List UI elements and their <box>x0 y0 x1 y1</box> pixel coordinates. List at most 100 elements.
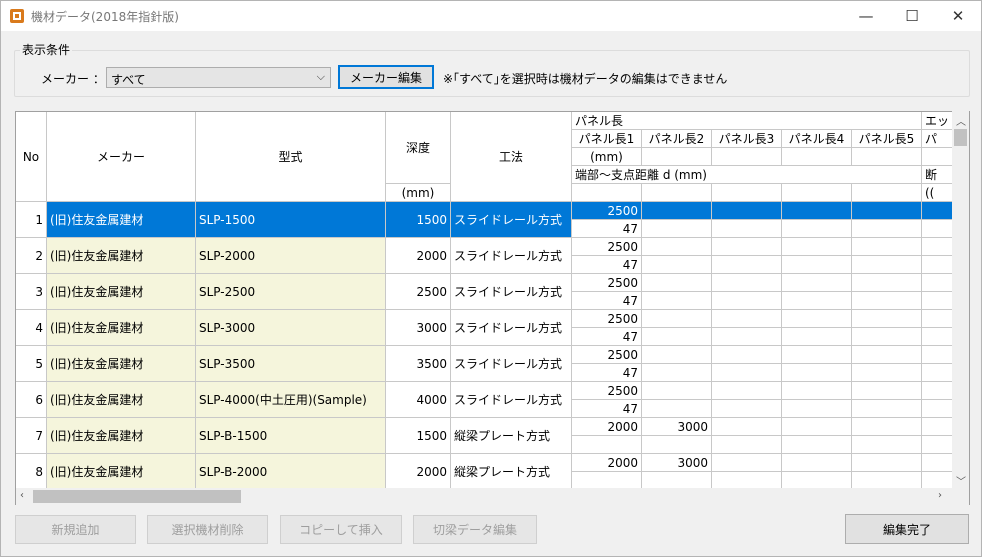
row-maker[interactable]: (旧)住友金属建材 <box>47 382 196 418</box>
row-panel-length-3[interactable] <box>712 310 782 328</box>
add-new-button[interactable]: 新規追加 <box>15 515 136 544</box>
row-support-distance-3[interactable] <box>712 292 782 310</box>
row-support-distance-2[interactable] <box>642 256 712 274</box>
row-maker[interactable]: (旧)住友金属建材 <box>47 238 196 274</box>
maximize-button[interactable]: ☐ <box>889 1 935 31</box>
row-panel-length-3[interactable] <box>712 202 782 220</box>
row-panel-length-2[interactable] <box>642 382 712 400</box>
row-panel-length-5[interactable] <box>852 346 922 364</box>
row-support-distance-1[interactable]: 47 <box>572 400 642 418</box>
row-panel-length-2[interactable] <box>642 346 712 364</box>
row-support-distance-3[interactable] <box>712 256 782 274</box>
row-model[interactable]: SLP-2000 <box>196 238 386 274</box>
row-panel-length-4[interactable] <box>782 382 852 400</box>
row-panel-length-2[interactable] <box>642 238 712 256</box>
row-panel-length-2[interactable] <box>642 274 712 292</box>
row-panel-length-3[interactable] <box>712 454 782 472</box>
row-support-distance-2[interactable] <box>642 400 712 418</box>
row-maker[interactable]: (旧)住友金属建材 <box>47 274 196 310</box>
row-maker[interactable]: (旧)住友金属建材 <box>47 310 196 346</box>
row-panel-length-5[interactable] <box>852 202 922 220</box>
row-panel-length-4[interactable] <box>782 418 852 436</box>
row-panel-length-2[interactable] <box>642 202 712 220</box>
row-method[interactable]: 縦梁プレート方式 <box>451 418 572 454</box>
row-depth[interactable]: 1500 <box>386 418 451 454</box>
row-model[interactable]: SLP-4000(中土圧用)(Sample) <box>196 382 386 418</box>
row-depth[interactable]: 2500 <box>386 274 451 310</box>
maker-edit-button[interactable]: メーカー編集 <box>338 65 434 89</box>
scroll-down-icon[interactable]: ﹀ <box>956 473 966 488</box>
row-panel-length-3[interactable] <box>712 346 782 364</box>
row-panel-length-5[interactable] <box>852 274 922 292</box>
row-panel-length-4[interactable] <box>782 238 852 256</box>
row-support-distance-4[interactable] <box>782 292 852 310</box>
close-button[interactable]: ✕ <box>935 1 981 31</box>
row-no[interactable]: 3 <box>16 274 47 310</box>
row-method[interactable]: スライドレール方式 <box>451 382 572 418</box>
copy-insert-button[interactable]: コピーして挿入 <box>280 515 402 544</box>
row-method[interactable]: スライドレール方式 <box>451 238 572 274</box>
row-support-distance-5[interactable] <box>852 328 922 346</box>
row-support-distance-3[interactable] <box>712 220 782 238</box>
row-support-distance-5[interactable] <box>852 292 922 310</box>
row-panel-length-1[interactable]: 2500 <box>572 310 642 328</box>
vertical-scrollbar[interactable]: ︿ ﹀ <box>952 111 969 489</box>
row-no[interactable]: 5 <box>16 346 47 382</box>
row-support-distance-4[interactable] <box>782 436 852 454</box>
row-support-distance-3[interactable] <box>712 328 782 346</box>
row-depth[interactable]: 3000 <box>386 310 451 346</box>
row-method[interactable]: 縦梁プレート方式 <box>451 454 572 490</box>
row-support-distance-4[interactable] <box>782 256 852 274</box>
row-panel-length-4[interactable] <box>782 202 852 220</box>
row-panel-length-5[interactable] <box>852 382 922 400</box>
horizontal-scrollbar[interactable]: ‹ › <box>16 488 952 505</box>
row-panel-length-5[interactable] <box>852 454 922 472</box>
row-panel-length-1[interactable]: 2500 <box>572 238 642 256</box>
row-maker[interactable]: (旧)住友金属建材 <box>47 454 196 490</box>
row-maker[interactable]: (旧)住友金属建材 <box>47 346 196 382</box>
row-no[interactable]: 1 <box>16 202 47 238</box>
row-support-distance-5[interactable] <box>852 364 922 382</box>
row-panel-length-1[interactable]: 2500 <box>572 346 642 364</box>
horizontal-scroll-thumb[interactable] <box>33 490 241 503</box>
row-support-distance-3[interactable] <box>712 436 782 454</box>
row-depth[interactable]: 3500 <box>386 346 451 382</box>
row-support-distance-2[interactable] <box>642 292 712 310</box>
row-method[interactable]: スライドレール方式 <box>451 310 572 346</box>
row-support-distance-1[interactable]: 47 <box>572 328 642 346</box>
row-no[interactable]: 7 <box>16 418 47 454</box>
row-support-distance-2[interactable] <box>642 364 712 382</box>
row-panel-length-4[interactable] <box>782 454 852 472</box>
row-panel-length-3[interactable] <box>712 382 782 400</box>
row-panel-length-4[interactable] <box>782 346 852 364</box>
scroll-up-icon[interactable]: ︿ <box>956 113 966 128</box>
row-method[interactable]: スライドレール方式 <box>451 346 572 382</box>
row-panel-length-1[interactable]: 2500 <box>572 274 642 292</box>
row-panel-length-1[interactable]: 2500 <box>572 202 642 220</box>
row-panel-length-2[interactable]: 3000 <box>642 454 712 472</box>
row-maker[interactable]: (旧)住友金属建材 <box>47 202 196 238</box>
row-support-distance-4[interactable] <box>782 400 852 418</box>
scroll-right-icon[interactable]: › <box>938 490 942 501</box>
row-panel-length-4[interactable] <box>782 310 852 328</box>
row-panel-length-5[interactable] <box>852 238 922 256</box>
row-depth[interactable]: 2000 <box>386 454 451 490</box>
row-model[interactable]: SLP-B-2000 <box>196 454 386 490</box>
row-model[interactable]: SLP-1500 <box>196 202 386 238</box>
row-support-distance-4[interactable] <box>782 220 852 238</box>
row-support-distance-2[interactable] <box>642 436 712 454</box>
row-support-distance-1[interactable] <box>572 436 642 454</box>
row-method[interactable]: スライドレール方式 <box>451 274 572 310</box>
row-panel-length-3[interactable] <box>712 418 782 436</box>
row-model[interactable]: SLP-2500 <box>196 274 386 310</box>
row-depth[interactable]: 4000 <box>386 382 451 418</box>
finish-edit-button[interactable]: 編集完了 <box>845 514 969 544</box>
row-panel-length-4[interactable] <box>782 274 852 292</box>
row-support-distance-5[interactable] <box>852 220 922 238</box>
row-support-distance-3[interactable] <box>712 364 782 382</box>
row-model[interactable]: SLP-3000 <box>196 310 386 346</box>
row-support-distance-1[interactable]: 47 <box>572 364 642 382</box>
row-support-distance-4[interactable] <box>782 328 852 346</box>
scroll-left-icon[interactable]: ‹ <box>20 490 24 501</box>
row-support-distance-5[interactable] <box>852 400 922 418</box>
